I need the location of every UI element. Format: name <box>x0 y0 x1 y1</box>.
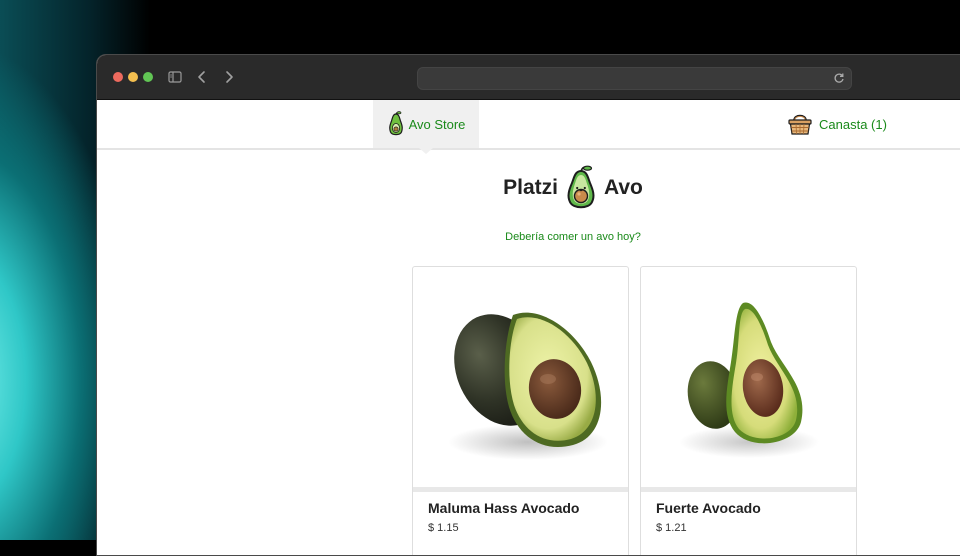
product-name[interactable]: Fuerte Avocado <box>656 500 761 516</box>
product-card[interactable]: Fuerte Avocado $ 1.21 <box>640 266 857 555</box>
nav-cart-link[interactable]: Canasta (1) <box>787 100 887 148</box>
avocado-logo-icon <box>567 165 595 209</box>
close-window-button[interactable] <box>113 72 123 82</box>
nav-home-link[interactable]: Avo Store <box>373 100 479 148</box>
title-word-left: Platzi <box>503 176 558 199</box>
top-navbar: Avo Store Canasta (1) <box>97 100 960 154</box>
product-price: $ 1.15 <box>428 522 459 534</box>
forward-arrow-icon[interactable] <box>223 69 235 85</box>
back-arrow-icon[interactable] <box>196 69 208 85</box>
product-name[interactable]: Maluma Hass Avocado <box>428 500 579 516</box>
web-page: Avo Store Canasta (1) Platzi Avo Debería… <box>97 100 960 555</box>
product-price: $ 1.21 <box>656 522 687 534</box>
sidebar-toggle-icon[interactable] <box>168 69 182 85</box>
basket-icon <box>788 114 812 135</box>
reload-icon[interactable] <box>833 72 845 84</box>
product-card[interactable]: Maluma Hass Avocado $ 1.15 <box>412 266 629 555</box>
nav-home-label: Avo Store <box>408 116 466 132</box>
avocado-icon <box>388 111 403 136</box>
page-title: Platzi Avo <box>97 164 960 212</box>
card-divider <box>641 487 856 492</box>
address-bar[interactable] <box>417 67 852 90</box>
browser-window: Avo Store Canasta (1) Platzi Avo Debería… <box>96 54 960 556</box>
title-word-right: Avo <box>603 176 643 199</box>
minimize-window-button[interactable] <box>128 72 138 82</box>
card-divider <box>413 487 628 492</box>
product-image <box>679 302 819 458</box>
product-image <box>448 312 608 460</box>
active-nav-pointer <box>419 148 433 154</box>
nav-cart-label: Canasta (1) <box>819 116 887 132</box>
browser-titlebar <box>97 55 960 100</box>
tagline-text: Debería comer un avo hoy? <box>505 231 641 243</box>
zoom-window-button[interactable] <box>143 72 153 82</box>
